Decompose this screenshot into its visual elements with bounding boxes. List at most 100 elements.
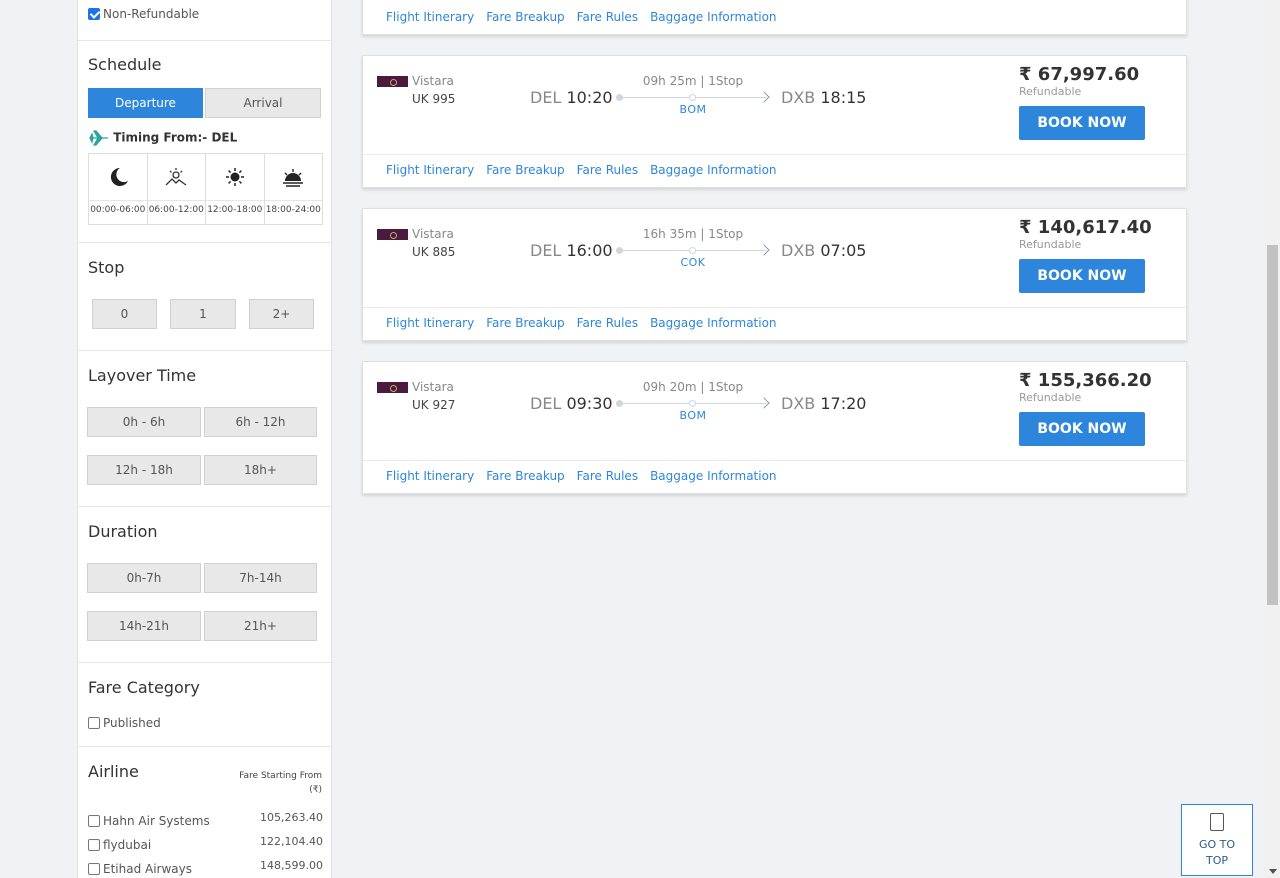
flight-card-links: Flight Itinerary Fare Breakup Fare Rules Ba… xyxy=(386,0,789,34)
arrival-time: 18:15 xyxy=(820,88,867,107)
time-slot-label: 18:00-24:00 xyxy=(264,200,322,215)
time-slot-label: 12:00-18:00 xyxy=(206,200,264,215)
baggage-information-link[interactable]: Baggage Information xyxy=(650,10,776,24)
airline-list-item: Hahn Air Systems 105,263.40 xyxy=(88,810,323,829)
fare-breakup-link[interactable]: Fare Breakup xyxy=(486,316,564,330)
fare-rules-link[interactable]: Fare Rules xyxy=(577,10,638,24)
airline-checkbox[interactable] xyxy=(88,838,100,851)
book-now-button[interactable]: BOOK NOW xyxy=(1019,106,1145,140)
refund-status: Refundable xyxy=(1019,391,1082,404)
fare-breakup-link[interactable]: Fare Breakup xyxy=(486,469,564,483)
airline-list-item: flydubai 122,104.40 xyxy=(88,834,323,853)
time-slot-evening[interactable]: 18:00-24:00 xyxy=(264,154,322,224)
baggage-information-link[interactable]: Baggage Information xyxy=(650,163,776,177)
arrival-time: 07:05 xyxy=(820,241,867,260)
duration-option[interactable]: 7h-14h xyxy=(204,563,317,593)
schedule-section: Schedule Departure Arrival Timing From:-… xyxy=(78,41,331,243)
arrow-right-icon xyxy=(758,91,770,103)
arrival-code: DXB xyxy=(781,394,816,413)
stop-option-0[interactable]: 0 xyxy=(92,299,157,329)
layover-section: Layover Time 0h - 6h 6h - 12h 12h - 18h … xyxy=(78,351,331,507)
fare-category-title: Fare Category xyxy=(88,678,200,697)
fare-category-section: Fare Category Published xyxy=(78,663,331,747)
airline-section: Airline Fare Starting From (₹) Hahn Air … xyxy=(78,747,331,878)
airline-name: flydubai xyxy=(103,837,152,852)
flight-number: UK 927 xyxy=(412,398,456,412)
stop-option-2plus[interactable]: 2+ xyxy=(249,299,314,329)
arrival-code: DXB xyxy=(781,241,816,260)
layover-option[interactable]: 6h - 12h xyxy=(204,407,317,437)
time-slot-grid: 00:00-06:00 06:00-12:00 12:00-18:00 18:0… xyxy=(88,153,323,225)
non-refundable-checkbox[interactable] xyxy=(88,7,100,20)
time-slot-night[interactable]: 00:00-06:00 xyxy=(89,154,148,224)
time-slot-afternoon[interactable]: 12:00-18:00 xyxy=(206,154,265,224)
departure-time: 16:00 xyxy=(566,241,613,260)
layover-option[interactable]: 12h - 18h xyxy=(87,455,201,485)
arrow-right-icon xyxy=(758,244,770,256)
sunset-icon xyxy=(283,169,304,187)
departure-code: DEL xyxy=(530,394,562,413)
flight-itinerary-link[interactable]: Flight Itinerary xyxy=(386,163,474,177)
fare-breakup-link[interactable]: Fare Breakup xyxy=(486,163,564,177)
airline-fare: 122,104.40 xyxy=(260,835,323,848)
baggage-information-link[interactable]: Baggage Information xyxy=(650,469,776,483)
fare-price: ₹ 67,997.60 xyxy=(1019,64,1140,85)
arrival-tab[interactable]: Arrival xyxy=(205,88,321,118)
airline-checkbox[interactable] xyxy=(88,814,100,827)
arrival: DXB 07:05 xyxy=(781,241,866,260)
arrival: DXB 17:20 xyxy=(781,394,866,413)
flight-itinerary-link[interactable]: Flight Itinerary xyxy=(386,316,474,330)
airline-checkbox[interactable] xyxy=(88,862,100,875)
flight-itinerary-link[interactable]: Flight Itinerary xyxy=(386,469,474,483)
layover-option[interactable]: 0h - 6h xyxy=(87,407,201,437)
book-now-button[interactable]: BOOK NOW xyxy=(1019,412,1145,446)
departure-code: DEL xyxy=(530,88,562,107)
airline-name: Vistara xyxy=(412,380,454,394)
go-to-top-button[interactable]: GO TO TOP xyxy=(1181,804,1253,876)
airline-title: Airline xyxy=(88,762,139,781)
refund-status: Refundable xyxy=(1019,85,1082,98)
published-checkbox[interactable] xyxy=(88,716,100,729)
airline-name: Etihad Airways xyxy=(103,861,193,876)
departure: DEL 10:20 xyxy=(530,88,613,107)
airline-name: Hahn Air Systems xyxy=(103,813,210,828)
scroll-down-arrow-icon[interactable] xyxy=(1269,869,1277,874)
stop-option-1[interactable]: 1 xyxy=(170,299,236,329)
flight-card: Vistara UK 927 DEL 09:30 09h 20m | 1Stop… xyxy=(362,361,1187,494)
fare-rules-link[interactable]: Fare Rules xyxy=(577,316,638,330)
time-slot-morning[interactable]: 06:00-12:00 xyxy=(147,154,206,224)
duration-option[interactable]: 0h-7h xyxy=(87,563,201,593)
fare-rules-link[interactable]: Fare Rules xyxy=(577,163,638,177)
duration-stops: 09h 25m | 1Stop xyxy=(642,74,744,88)
baggage-information-link[interactable]: Baggage Information xyxy=(650,316,776,330)
flight-itinerary-link[interactable]: Flight Itinerary xyxy=(386,10,474,24)
layover-option[interactable]: 18h+ xyxy=(204,455,317,485)
arrow-right-icon xyxy=(758,397,770,409)
moon-icon xyxy=(110,167,128,186)
page-scrollbar[interactable] xyxy=(1265,0,1280,878)
timing-from: Timing From:- DEL xyxy=(89,129,237,147)
schedule-title: Schedule xyxy=(88,55,162,74)
departure-tab[interactable]: Departure xyxy=(88,88,203,118)
arrival-time: 17:20 xyxy=(820,394,867,413)
airline-name: Vistara xyxy=(412,227,454,241)
book-now-button[interactable]: BOOK NOW xyxy=(1019,259,1145,293)
duration-option[interactable]: 21h+ xyxy=(204,611,317,641)
airline-name: Vistara xyxy=(412,74,454,88)
fare-breakup-link[interactable]: Fare Breakup xyxy=(486,10,564,24)
scrollbar-thumb[interactable] xyxy=(1267,245,1278,605)
flight-card: Vistara UK 995 DEL 10:20 09h 25m | 1Stop… xyxy=(362,55,1187,188)
fare-price: ₹ 155,366.20 xyxy=(1019,370,1152,391)
via-airport: COK xyxy=(680,256,706,269)
departure-code: DEL xyxy=(530,241,562,260)
duration-option[interactable]: 14h-21h xyxy=(87,611,201,641)
non-refundable-label: Non-Refundable xyxy=(103,6,200,21)
arrival: DXB 18:15 xyxy=(781,88,866,107)
published-label: Published xyxy=(103,715,161,730)
flight-card-previous: Flight Itinerary Fare Breakup Fare Rules Ba… xyxy=(362,0,1187,35)
time-slot-label: 00:00-06:00 xyxy=(89,200,147,215)
departure: DEL 09:30 xyxy=(530,394,613,413)
fare-rules-link[interactable]: Fare Rules xyxy=(577,469,638,483)
route-line xyxy=(616,397,770,409)
via-airport: BOM xyxy=(679,103,707,116)
